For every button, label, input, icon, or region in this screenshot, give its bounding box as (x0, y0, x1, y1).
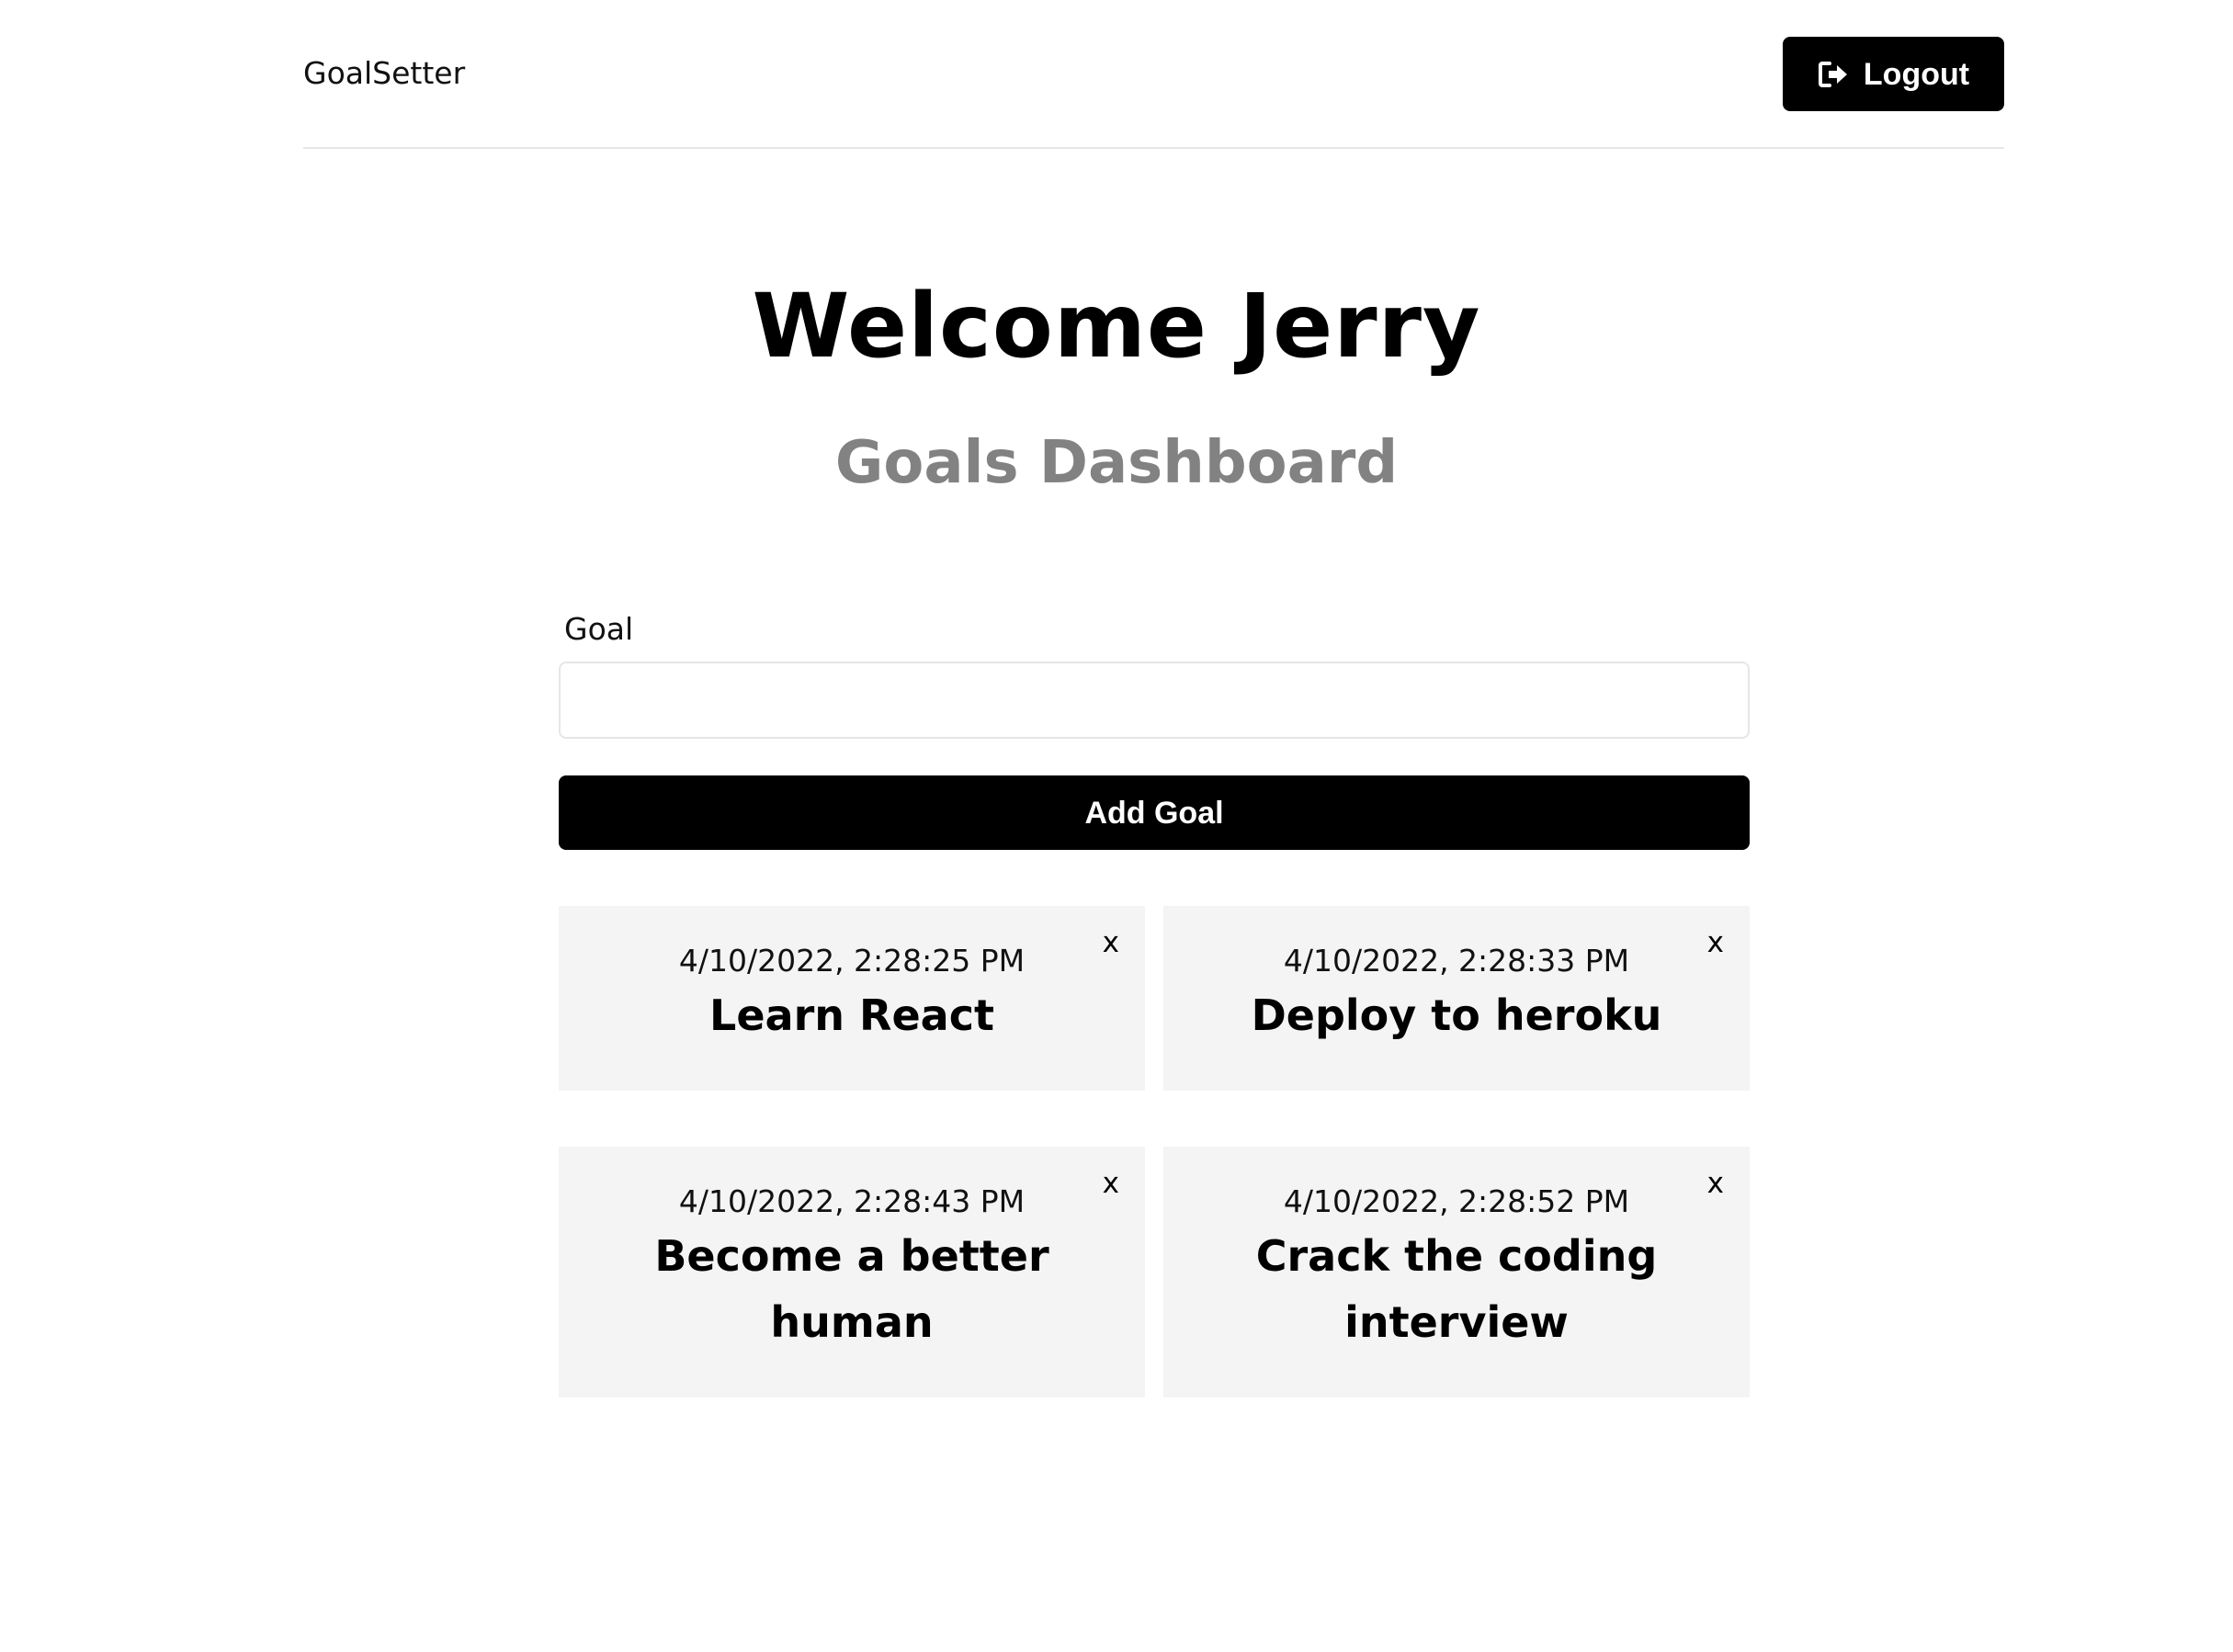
goal-text: Deploy to heroku (1251, 990, 1662, 1040)
delete-goal-button[interactable]: x (1707, 924, 1724, 961)
top-header: GoalSetter Logout (303, 0, 2004, 149)
goal-card: 4/10/2022, 2:28:43 PM Become a better hu… (559, 1147, 1145, 1397)
logout-label: Logout (1863, 56, 1970, 92)
goal-text: Become a better human (654, 1231, 1049, 1347)
delete-goal-button[interactable]: x (1103, 1165, 1119, 1202)
goal-input[interactable] (559, 662, 1750, 739)
goal-field-label: Goal (564, 611, 634, 647)
goal-card: 4/10/2022, 2:28:52 PM Crack the coding i… (1163, 1147, 1750, 1397)
goal-text: Learn React (709, 990, 994, 1040)
goal-card: 4/10/2022, 2:28:25 PM Learn React x (559, 906, 1145, 1091)
add-goal-button[interactable]: Add Goal (559, 775, 1750, 850)
sign-out-icon (1818, 61, 1847, 87)
brand-logo-text[interactable]: GoalSetter (303, 53, 465, 94)
dashboard-subtitle: Goals Dashboard (834, 429, 1399, 497)
goal-date: 4/10/2022, 2:28:52 PM (1283, 1183, 1630, 1219)
logout-button[interactable]: Logout (1783, 37, 2004, 111)
delete-goal-button[interactable]: x (1707, 1165, 1724, 1202)
goal-card: 4/10/2022, 2:28:33 PM Deploy to heroku x (1163, 906, 1750, 1091)
goal-text: Crack the coding interview (1255, 1231, 1658, 1347)
goal-date: 4/10/2022, 2:28:43 PM (678, 1183, 1026, 1219)
goal-date: 4/10/2022, 2:28:25 PM (678, 943, 1026, 979)
goal-date: 4/10/2022, 2:28:33 PM (1283, 943, 1630, 979)
welcome-heading: Welcome Jerry (752, 275, 1481, 378)
delete-goal-button[interactable]: x (1103, 924, 1119, 961)
